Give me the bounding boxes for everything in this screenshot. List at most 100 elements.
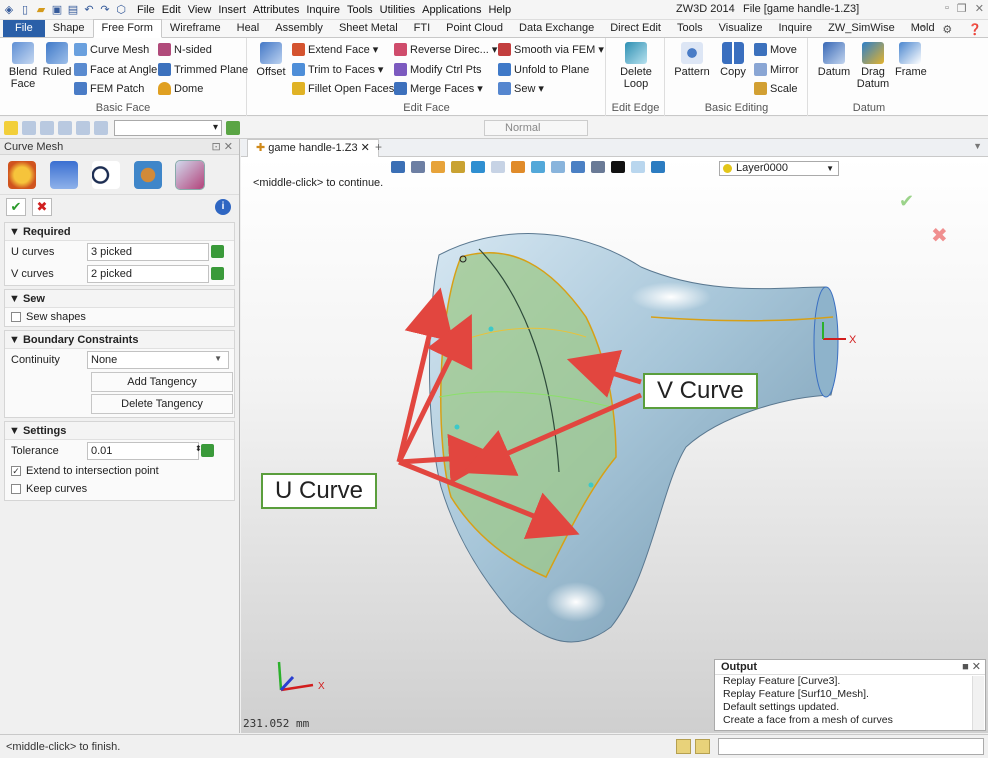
smooth-dropdown-icon[interactable]: ▾ [598,43,604,56]
close-icon[interactable]: ✕ [975,2,984,15]
collapse-ribbon-icon[interactable]: ⌃ [917,23,926,36]
new-tab-icon[interactable]: + [375,140,382,154]
status-toggle-icon-1[interactable] [676,739,691,754]
continuity-select[interactable]: None [87,351,229,369]
filter-line-icon[interactable] [22,120,36,135]
keep-curves-checkbox[interactable]: Keep curves [5,480,234,498]
ruled-button[interactable]: Ruled [42,42,72,78]
tab-shape[interactable]: Shape [45,20,93,37]
menu-edit[interactable]: Edit [162,4,181,16]
output-scrollbar[interactable] [972,676,984,730]
tab-inquire[interactable]: Inquire [771,20,821,37]
frame-button[interactable]: Frame [895,42,927,78]
filter-edge-icon[interactable] [40,120,54,135]
offset-button[interactable]: Offset [254,42,288,78]
viewport-cancel-icon[interactable]: ✖ [931,223,948,247]
fem-patch-button[interactable]: FEM Patch [74,82,144,95]
trim-to-faces-button[interactable]: Trim to Faces ▾ [292,63,383,76]
pattern-button[interactable]: Pattern [674,42,710,78]
redo-icon[interactable]: ↷ [99,4,111,16]
menu-applications[interactable]: Applications [422,4,481,16]
history-manager-icon[interactable] [8,160,36,189]
extend-face-button[interactable]: Extend Face ▾ [292,43,378,56]
dome-button[interactable]: Dome [158,82,203,95]
assembly-manager-icon[interactable] [50,160,78,189]
close-tab-icon[interactable]: ✕ [361,142,370,154]
tolerance-pick-icon[interactable] [201,444,214,457]
merge-dropdown-icon[interactable]: ▾ [477,82,483,95]
drag-datum-button[interactable]: Drag Datum [855,42,891,90]
tab-assembly[interactable]: Assembly [267,20,331,37]
document-tab[interactable]: ✚ game handle-1.Z3 ✕ [247,139,379,157]
help-icon[interactable]: ❓ [968,23,982,36]
u-curves-pick-icon[interactable] [211,245,224,258]
menu-view[interactable]: View [188,4,212,16]
settings-gear-icon[interactable]: ⚙ [942,23,952,36]
game-handle-model[interactable] [429,233,839,643]
v-curves-pick-icon[interactable] [211,267,224,280]
delete-tangency-button[interactable]: Delete Tangency [91,394,233,414]
view-manager-icon[interactable] [92,160,120,189]
tab-visualize[interactable]: Visualize [711,20,771,37]
sew-dropdown-icon[interactable]: ▾ [538,82,544,95]
face-at-angle-button[interactable]: Face at Angle [74,63,157,76]
sew-shapes-checkbox[interactable]: Sew shapes [5,308,234,326]
output-close-icon[interactable]: ■ ✕ [962,660,981,675]
reverse-direction-button[interactable]: Reverse Direc... ▾ [394,43,497,56]
copy-button[interactable]: Copy [718,42,748,78]
tab-direct-edit[interactable]: Direct Edit [602,20,669,37]
tab-zw-simwise[interactable]: ZW_SimWise [820,20,903,37]
datum-button[interactable]: Datum [817,42,851,78]
menu-utilities[interactable]: Utilities [380,4,415,16]
section-header-sew[interactable]: ▼ Sew [5,290,234,308]
continuity-dropdown-icon[interactable]: ▼ [214,354,222,363]
tab-free-form[interactable]: Free Form [92,19,162,38]
restore-icon[interactable]: ❐ [957,2,967,15]
tab-list-dropdown-icon[interactable]: ▼ [973,141,982,151]
section-header-required[interactable]: ▼ Required [5,223,234,241]
apply-filter-icon[interactable] [226,120,240,135]
extend-face-dropdown-icon[interactable]: ▾ [373,43,379,56]
sew-shapes-box[interactable] [11,312,21,322]
fillet-open-faces-button[interactable]: Fillet Open Faces [292,82,394,95]
move-button[interactable]: Move [754,43,797,56]
status-toggle-icon-2[interactable] [695,739,710,754]
trimmed-plane-button[interactable]: Trimmed Plane [158,63,248,76]
command-input[interactable] [718,738,984,755]
display-mode-combo[interactable]: Normal [484,120,588,136]
tab-heal[interactable]: Heal [229,20,268,37]
curve-mesh-button[interactable]: Curve Mesh [74,43,149,56]
filter-point-icon[interactable] [94,120,108,135]
n-sided-button[interactable]: N-sided [158,43,212,56]
tab-data-exchange[interactable]: Data Exchange [511,20,602,37]
pick-filter-combo[interactable]: ▾ [114,119,222,136]
panel-pin-close-icon[interactable]: ⊡ ✕ [212,139,234,155]
undo-icon[interactable]: ↶ [83,4,95,16]
sew-button[interactable]: Sew ▾ [498,82,544,95]
tab-wireframe[interactable]: Wireframe [162,20,229,37]
tab-fti[interactable]: FTI [406,20,439,37]
pick-mode-icon[interactable] [4,120,18,135]
u-curves-field[interactable]: 3 picked [87,243,209,261]
tab-sheet-metal[interactable]: Sheet Metal [331,20,406,37]
section-header-settings[interactable]: ▼ Settings [5,422,234,440]
menu-insert[interactable]: Insert [218,4,246,16]
reverse-dropdown-icon[interactable]: ▾ [492,43,498,56]
filter-shape-icon[interactable] [76,120,90,135]
tab-file[interactable]: File [3,20,45,37]
app-logo-icon[interactable]: ◈ [3,4,15,16]
mirror-button[interactable]: Mirror [754,63,799,76]
v-curves-field[interactable]: 2 picked [87,265,209,283]
menu-help[interactable]: Help [488,4,511,16]
modify-ctrl-pts-button[interactable]: Modify Ctrl Pts [394,63,482,76]
tab-point-cloud[interactable]: Point Cloud [438,20,511,37]
extend-checkbox[interactable]: ✓ Extend to intersection point [5,462,234,480]
keep-curves-box[interactable] [11,484,21,494]
delete-loop-button[interactable]: Delete Loop [613,42,659,90]
extend-box[interactable]: ✓ [11,466,21,476]
cancel-x-icon[interactable]: ✖ [32,198,52,216]
section-header-boundary[interactable]: ▼ Boundary Constraints [5,331,234,349]
3d-viewport[interactable]: Layer0000 ▼ <middle-click> to continue. [241,157,988,733]
minimize-icon[interactable]: ▫ [945,2,949,15]
select-shape-icon[interactable]: ⬡ [115,4,127,16]
